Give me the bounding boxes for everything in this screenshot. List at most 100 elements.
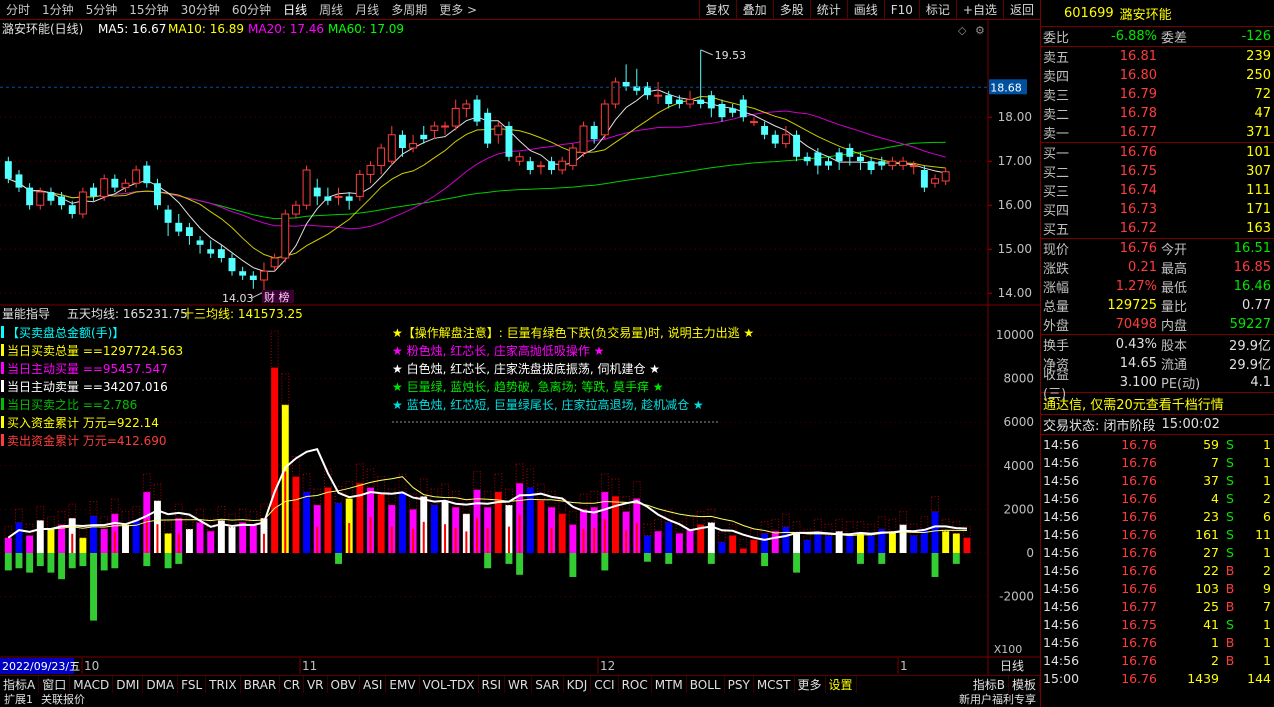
volume-ghost <box>302 473 311 493</box>
volume-bar <box>228 526 236 553</box>
book-volume: 111 <box>1246 183 1271 198</box>
indicator-tab[interactable]: DMI <box>113 676 144 693</box>
indicator-tab-right[interactable]: 模板 <box>1009 676 1040 693</box>
status-item[interactable]: 扩展1 <box>0 693 37 707</box>
tick-side: S <box>1226 472 1234 488</box>
indicator-tab[interactable]: CR <box>280 676 304 693</box>
period-tab[interactable]: 60分钟 <box>226 0 277 20</box>
indicator-tab[interactable]: VOL-TDX <box>420 676 479 693</box>
stat2-row: 收益(三) 3.100 PE(动) 4.1 <box>1041 368 1274 402</box>
indicator-tab[interactable]: OBV <box>328 676 361 693</box>
period-tab[interactable]: 日线 <box>277 0 313 20</box>
indicator-tab[interactable]: ROC <box>619 676 652 693</box>
candle-body <box>387 134 396 162</box>
tick-side: S <box>1226 490 1234 506</box>
chart-svg[interactable]: 18.00 17.00 16.00 15.00 14.00 潞安环能(日线) MA5: 16… <box>0 20 1040 675</box>
negative-volume-bar <box>878 553 886 564</box>
indicator-tab[interactable]: WR <box>505 676 533 693</box>
indicator-tab[interactable]: PSY <box>725 676 754 693</box>
book-price: 16.74 <box>1119 183 1157 198</box>
toolbar-button[interactable]: 多股 <box>772 0 810 20</box>
indicator-tab[interactable]: 更多 <box>795 676 826 693</box>
legend-swatch <box>1 434 4 446</box>
price-tick-label: 14.00 <box>998 286 1032 300</box>
volume-core <box>454 527 457 553</box>
volume-core <box>177 533 180 553</box>
indicator-tab[interactable]: KDJ <box>564 676 592 693</box>
volume-ghost <box>355 463 364 484</box>
volume-ghost <box>419 478 428 497</box>
indicator-tab[interactable]: EMV <box>386 676 420 693</box>
indicator-tab[interactable]: SAR <box>532 676 564 693</box>
month-label: 12 <box>600 659 615 673</box>
month-label: 11 <box>302 659 317 673</box>
indicator-tab[interactable]: DMA <box>143 676 179 693</box>
period-tab[interactable]: 多周期 <box>385 0 433 20</box>
toolbar-button[interactable]: 画线 <box>846 0 884 20</box>
tick-time: 14:56 <box>1043 436 1080 452</box>
volume-ghost <box>68 503 77 519</box>
toolbar-button[interactable]: 标记 <box>918 0 956 20</box>
toolbar-button[interactable]: 统计 <box>809 0 847 20</box>
book-price: 16.73 <box>1119 202 1157 217</box>
tick-side: B <box>1225 562 1235 578</box>
volume-core <box>348 523 351 553</box>
indicator-tab-right[interactable]: 指标B <box>970 676 1009 693</box>
ask-list: 卖五 16.81 239 卖四 16.80 250 卖三 16.79 72 卖二 16.78 47 卖一… <box>1041 47 1274 142</box>
indicator-tab[interactable]: CCI <box>591 676 619 693</box>
period-tab[interactable]: 更多 > <box>433 0 483 20</box>
period-tab[interactable]: 15分钟 <box>123 0 174 20</box>
candle-body <box>36 191 45 206</box>
period-tab[interactable]: 分时 <box>0 0 36 20</box>
volume-ghost <box>441 483 450 502</box>
indicator-tab[interactable]: ASI <box>360 676 387 693</box>
indicator-tab[interactable]: 设置 <box>826 676 857 693</box>
chart-area[interactable]: 18.00 17.00 16.00 15.00 14.00 潞安环能(日线) MA5: 16… <box>0 20 1040 707</box>
period-tab[interactable]: 30分钟 <box>175 0 226 20</box>
indicator-tab[interactable]: TRIX <box>206 676 241 693</box>
indicator-tab[interactable]: BOLL <box>687 676 725 693</box>
period-tab[interactable]: 周线 <box>313 0 349 20</box>
candle-body <box>814 152 822 166</box>
stat-value-2: 59227 <box>1229 317 1271 332</box>
toolbar-button[interactable]: +自选 <box>955 0 1003 20</box>
indicator-tab[interactable]: FSL <box>178 676 207 693</box>
candle-body <box>132 169 141 184</box>
period-tab[interactable]: 1分钟 <box>36 0 80 20</box>
candle-body <box>941 171 950 182</box>
main-chart-title: 潞安环能(日线) <box>2 21 83 36</box>
indicator-tab[interactable]: RSI <box>479 676 506 693</box>
tick-side: S <box>1226 508 1234 524</box>
indicator-tab[interactable]: 窗口 <box>39 676 71 693</box>
indicator-tab[interactable]: MTM <box>652 676 687 693</box>
indicator-tab[interactable]: 指标A <box>0 676 40 693</box>
indicator-tab[interactable]: MCST <box>754 676 795 693</box>
candle-body <box>515 156 524 162</box>
candle-body <box>313 187 321 197</box>
toolbar-button[interactable]: F10 <box>883 0 919 20</box>
volume-ghost <box>25 523 34 537</box>
candle-body <box>121 182 130 189</box>
period-tab[interactable]: 5分钟 <box>80 0 124 20</box>
volume-bar <box>867 535 875 553</box>
vol-tick-label: 10000 <box>996 328 1034 342</box>
toolbar-button[interactable]: 叠加 <box>735 0 773 20</box>
tick-row: 14:56 16.76 2 B 1 <box>1041 651 1274 669</box>
indicator-tab[interactable]: MACD <box>70 676 114 693</box>
tick-time: 14:56 <box>1043 526 1080 542</box>
volume-ghost <box>473 471 481 491</box>
volume-ghost <box>920 516 929 530</box>
vol-legend-item: 【买卖盘总金额(手)】 <box>7 325 124 340</box>
indicator-tab[interactable]: VR <box>304 676 328 693</box>
volume-bar <box>79 537 87 553</box>
volume-ghost <box>110 498 119 515</box>
candle-body <box>249 275 257 280</box>
toolbar-button[interactable]: 返回 <box>1002 0 1040 20</box>
candle-body <box>4 161 12 179</box>
indicator-tab[interactable]: BRAR <box>241 676 281 693</box>
toolbar-button[interactable]: 复权 <box>698 0 736 20</box>
status-item[interactable]: 关联报价 <box>37 693 89 707</box>
status-item[interactable]: 新用户福利专享 <box>955 693 1040 707</box>
period-tab[interactable]: 月线 <box>349 0 385 20</box>
tick-qty: 59 <box>1203 436 1219 452</box>
